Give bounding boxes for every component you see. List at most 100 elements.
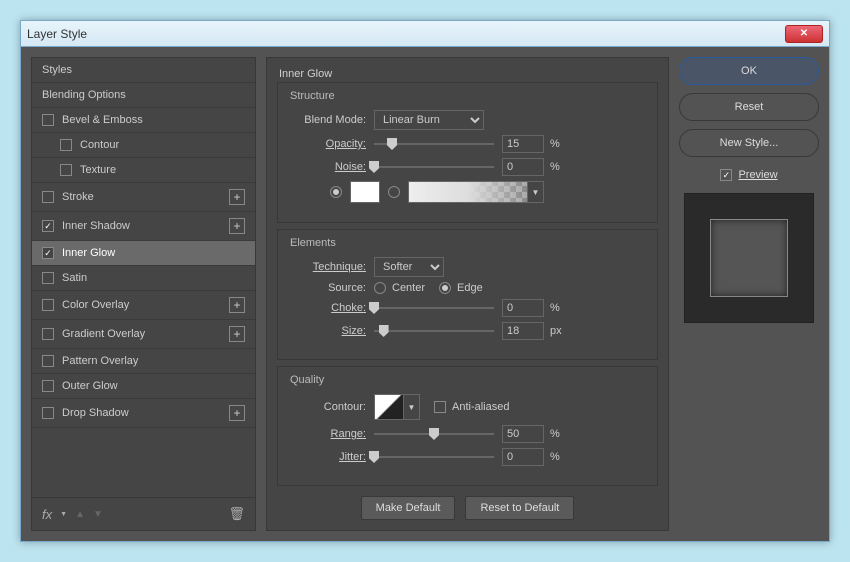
- plus-icon[interactable]: +: [229, 326, 245, 342]
- sidebar-item-label: Bevel & Emboss: [62, 114, 143, 126]
- sidebar-item-label: Inner Shadow: [62, 220, 130, 232]
- range-slider[interactable]: [374, 426, 494, 442]
- checkbox-icon[interactable]: [42, 380, 54, 392]
- unit-label: %: [550, 161, 560, 173]
- source-center-radio[interactable]: [374, 282, 386, 294]
- styles-sidebar: Styles Blending Options Bevel & Emboss C…: [31, 57, 256, 531]
- plus-icon[interactable]: +: [229, 405, 245, 421]
- sidebar-item-outer-glow[interactable]: Outer Glow: [32, 374, 255, 399]
- checkbox-icon[interactable]: [42, 114, 54, 126]
- sidebar-item-inner-glow[interactable]: Inner Glow: [32, 241, 255, 266]
- checkbox-icon[interactable]: [42, 247, 54, 259]
- checkbox-icon[interactable]: [42, 220, 54, 232]
- checkbox-icon[interactable]: [60, 139, 72, 151]
- trash-icon[interactable]: 🗑: [228, 506, 245, 522]
- jitter-slider[interactable]: [374, 449, 494, 465]
- unit-label: px: [550, 325, 562, 337]
- checkbox-icon[interactable]: [720, 169, 732, 181]
- sidebar-item-inner-shadow[interactable]: Inner Shadow +: [32, 212, 255, 241]
- checkbox-icon[interactable]: [42, 191, 54, 203]
- technique-label: Technique:: [290, 261, 366, 273]
- layer-style-dialog: Layer Style ✕ Styles Blending Options Be…: [20, 20, 830, 542]
- blend-mode-label: Blend Mode:: [290, 114, 366, 126]
- window-title: Layer Style: [27, 27, 785, 41]
- checkbox-icon[interactable]: [60, 164, 72, 176]
- ok-button[interactable]: OK: [679, 57, 819, 85]
- gradient-swatch[interactable]: [408, 181, 528, 203]
- arrow-down-icon[interactable]: ▼: [93, 509, 103, 520]
- choke-label: Choke:: [290, 302, 366, 314]
- reset-button[interactable]: Reset: [679, 93, 819, 121]
- checkbox-icon[interactable]: [42, 355, 54, 367]
- noise-label: Noise:: [290, 161, 366, 173]
- sidebar-item-gradient-overlay[interactable]: Gradient Overlay +: [32, 320, 255, 349]
- sidebar-item-label: Drop Shadow: [62, 407, 129, 419]
- noise-input[interactable]: 0: [502, 158, 544, 176]
- plus-icon[interactable]: +: [229, 297, 245, 313]
- sidebar-item-satin[interactable]: Satin: [32, 266, 255, 291]
- sidebar-item-bevel-emboss[interactable]: Bevel & Emboss: [32, 108, 255, 133]
- sidebar-header-styles[interactable]: Styles: [32, 58, 255, 83]
- group-label: Elements: [290, 237, 645, 249]
- plus-icon[interactable]: +: [229, 218, 245, 234]
- fx-icon[interactable]: fx: [42, 507, 52, 522]
- sidebar-item-drop-shadow[interactable]: Drop Shadow +: [32, 399, 255, 428]
- source-edge-radio[interactable]: [439, 282, 451, 294]
- group-label: Quality: [290, 374, 645, 386]
- sidebar-item-label: Texture: [80, 164, 116, 176]
- unit-label: %: [550, 138, 560, 150]
- unit-label: %: [550, 302, 560, 314]
- color-swatch[interactable]: [350, 181, 380, 203]
- chevron-down-icon[interactable]: ▼: [528, 181, 544, 203]
- sidebar-blending-options[interactable]: Blending Options: [32, 83, 255, 108]
- sidebar-item-pattern-overlay[interactable]: Pattern Overlay: [32, 349, 255, 374]
- antialiased-checkbox[interactable]: [434, 401, 446, 413]
- right-column: OK Reset New Style... Preview: [679, 57, 819, 531]
- opacity-slider[interactable]: [374, 136, 494, 152]
- source-edge-label: Edge: [457, 282, 483, 294]
- sidebar-item-stroke[interactable]: Stroke +: [32, 183, 255, 212]
- sidebar-item-label: Color Overlay: [62, 299, 129, 311]
- sidebar-item-label: Contour: [80, 139, 119, 151]
- technique-select[interactable]: Softer: [374, 257, 444, 277]
- checkbox-icon[interactable]: [42, 299, 54, 311]
- plus-icon[interactable]: +: [229, 189, 245, 205]
- preview-toggle[interactable]: Preview: [679, 169, 819, 181]
- range-input[interactable]: 50: [502, 425, 544, 443]
- chevron-down-icon[interactable]: ▼: [404, 394, 420, 420]
- choke-slider[interactable]: [374, 300, 494, 316]
- sidebar-item-label: Inner Glow: [62, 247, 115, 259]
- preview-box: [684, 193, 814, 323]
- choke-input[interactable]: 0: [502, 299, 544, 317]
- noise-slider[interactable]: [374, 159, 494, 175]
- quality-group: Quality Contour: ▼ Anti-aliased Range: 5…: [277, 366, 658, 486]
- checkbox-icon[interactable]: [42, 328, 54, 340]
- new-style-button[interactable]: New Style...: [679, 129, 819, 157]
- unit-label: %: [550, 451, 560, 463]
- checkbox-icon[interactable]: [42, 407, 54, 419]
- checkbox-icon[interactable]: [42, 272, 54, 284]
- arrow-up-icon[interactable]: ▲: [75, 509, 85, 520]
- panel-title: Inner Glow: [277, 68, 658, 80]
- reset-default-button[interactable]: Reset to Default: [465, 496, 574, 520]
- sidebar-item-color-overlay[interactable]: Color Overlay +: [32, 291, 255, 320]
- chevron-down-icon[interactable]: ▼: [60, 511, 67, 518]
- blend-mode-select[interactable]: Linear Burn: [374, 110, 484, 130]
- jitter-label: Jitter:: [290, 451, 366, 463]
- make-default-button[interactable]: Make Default: [361, 496, 456, 520]
- opacity-label: Opacity:: [290, 138, 366, 150]
- sidebar-item-texture[interactable]: Texture: [32, 158, 255, 183]
- opacity-input[interactable]: 15: [502, 135, 544, 153]
- jitter-input[interactable]: 0: [502, 448, 544, 466]
- size-input[interactable]: 18: [502, 322, 544, 340]
- size-slider[interactable]: [374, 323, 494, 339]
- elements-group: Elements Technique: Softer Source: Cente…: [277, 229, 658, 360]
- color-radio[interactable]: [330, 186, 342, 198]
- range-label: Range:: [290, 428, 366, 440]
- close-button[interactable]: ✕: [785, 25, 823, 43]
- source-label: Source:: [290, 282, 366, 294]
- sidebar-item-contour[interactable]: Contour: [32, 133, 255, 158]
- gradient-radio[interactable]: [388, 186, 400, 198]
- titlebar[interactable]: Layer Style ✕: [21, 21, 829, 47]
- contour-swatch[interactable]: [374, 394, 404, 420]
